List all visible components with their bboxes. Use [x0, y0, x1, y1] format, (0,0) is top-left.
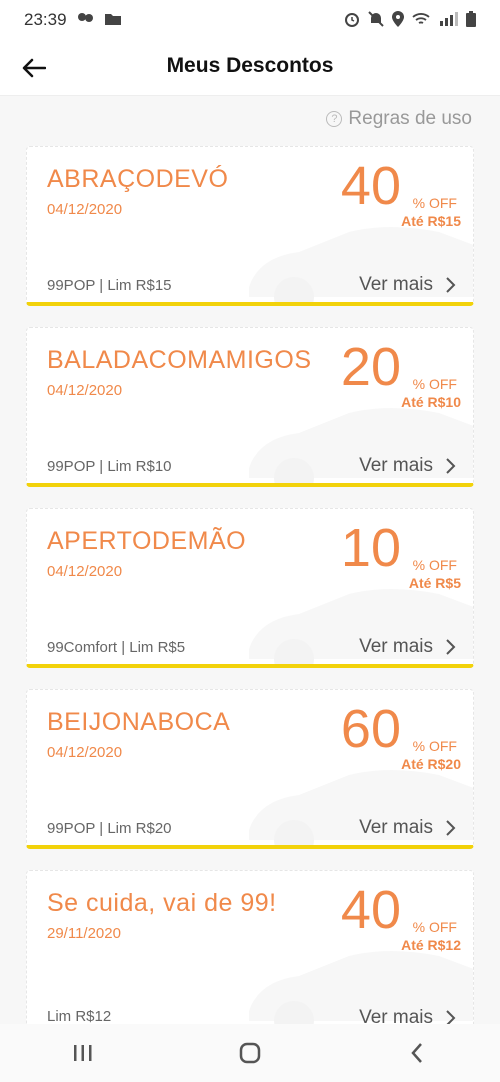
- wifi-icon: [412, 12, 430, 29]
- see-more-label: Ver mais: [359, 636, 433, 657]
- usage-rules-link[interactable]: ? Regras de uso: [326, 108, 472, 130]
- system-back-button[interactable]: [387, 1033, 447, 1073]
- coupon-card[interactable]: APERTODEMÃO 04/12/2020 10 % OFF Até R$5 …: [26, 508, 474, 668]
- coupon-footer: 99POP | Lim R$10: [47, 458, 172, 475]
- discount-percent: 40: [340, 880, 401, 940]
- see-more-label: Ver mais: [359, 817, 433, 838]
- recent-apps-icon: [74, 1045, 92, 1061]
- alarm-icon: [344, 11, 360, 30]
- battery-icon: [466, 10, 476, 30]
- discount-percent: 40: [340, 156, 401, 216]
- off-label: % OFF: [412, 919, 457, 935]
- status-bar: 23:39: [0, 0, 500, 40]
- coupon-list: ? Regras de uso ABRAÇODEVÓ 04/12/2020 40…: [0, 96, 500, 1030]
- coupon-card[interactable]: ABRAÇODEVÓ 04/12/2020 40 % OFF Até R$15 …: [26, 146, 474, 306]
- discount-percent: 20: [340, 337, 401, 397]
- coupon-date: 04/12/2020: [47, 201, 123, 218]
- coupon-footer: 99POP | Lim R$15: [47, 277, 172, 294]
- coupon-code: Se cuida, vai de 99!: [47, 889, 277, 917]
- limit-label: Até R$12: [401, 937, 461, 953]
- limit-label: Até R$20: [401, 756, 461, 772]
- app-bar: Meus Descontos: [0, 40, 500, 96]
- coupon-code: BALADACOMAMIGOS: [47, 346, 312, 374]
- coupon-date: 04/12/2020: [47, 744, 123, 761]
- discount-percent: 60: [340, 699, 401, 759]
- status-time: 23:39: [24, 10, 67, 29]
- coupon-card[interactable]: Se cuida, vai de 99! 29/11/2020 40 % OFF…: [26, 870, 474, 1030]
- home-button[interactable]: [220, 1033, 280, 1073]
- coupon-footer: Lim R$12: [47, 1008, 112, 1025]
- see-more-button[interactable]: Ver mais: [359, 817, 457, 839]
- mute-icon: [368, 10, 384, 30]
- limit-label: Até R$10: [401, 394, 461, 410]
- see-more-button[interactable]: Ver mais: [359, 274, 457, 296]
- coupon-code: APERTODEMÃO: [47, 527, 247, 555]
- location-icon: [392, 10, 404, 30]
- limit-label: Até R$5: [408, 575, 461, 591]
- coupon-date: 04/12/2020: [47, 382, 123, 399]
- coupon-date: 29/11/2020: [47, 925, 121, 942]
- usage-rules-label: Regras de uso: [348, 108, 472, 129]
- coupon-card[interactable]: BALADACOMAMIGOS 04/12/2020 20 % OFF Até …: [26, 327, 474, 487]
- folder-icon: [104, 10, 121, 30]
- chevron-right-icon: [446, 458, 456, 474]
- page-title: Meus Descontos: [166, 54, 334, 77]
- coupon-footer: 99POP | Lim R$20: [47, 820, 172, 837]
- limit-label: Até R$15: [401, 213, 461, 229]
- coupon-code: BEIJONABOCA: [47, 708, 231, 736]
- coupon-footer: 99Comfort | Lim R$5: [47, 639, 186, 656]
- coupon-card[interactable]: BEIJONABOCA 04/12/2020 60 % OFF Até R$20…: [26, 689, 474, 849]
- recent-apps-button[interactable]: [53, 1033, 113, 1073]
- see-more-button[interactable]: Ver mais: [359, 455, 457, 477]
- coupon-code: ABRAÇODEVÓ: [47, 165, 229, 193]
- off-label: % OFF: [412, 738, 457, 754]
- home-icon: [239, 1042, 261, 1064]
- chevron-left-icon: [410, 1043, 422, 1063]
- discount-percent: 10: [340, 518, 401, 578]
- chevron-right-icon: [446, 639, 456, 655]
- see-more-label: Ver mais: [359, 274, 433, 295]
- off-label: % OFF: [412, 195, 457, 211]
- coupon-date: 04/12/2020: [47, 563, 123, 580]
- notification-icon: [77, 10, 95, 30]
- signal-icon: [438, 11, 458, 29]
- see-more-button[interactable]: Ver mais: [359, 636, 457, 658]
- system-nav-bar: [0, 1024, 500, 1082]
- chevron-right-icon: [446, 277, 456, 293]
- see-more-label: Ver mais: [359, 455, 433, 476]
- off-label: % OFF: [412, 376, 457, 392]
- chevron-right-icon: [446, 820, 456, 836]
- off-label: % OFF: [412, 557, 457, 573]
- help-icon: ?: [326, 111, 343, 127]
